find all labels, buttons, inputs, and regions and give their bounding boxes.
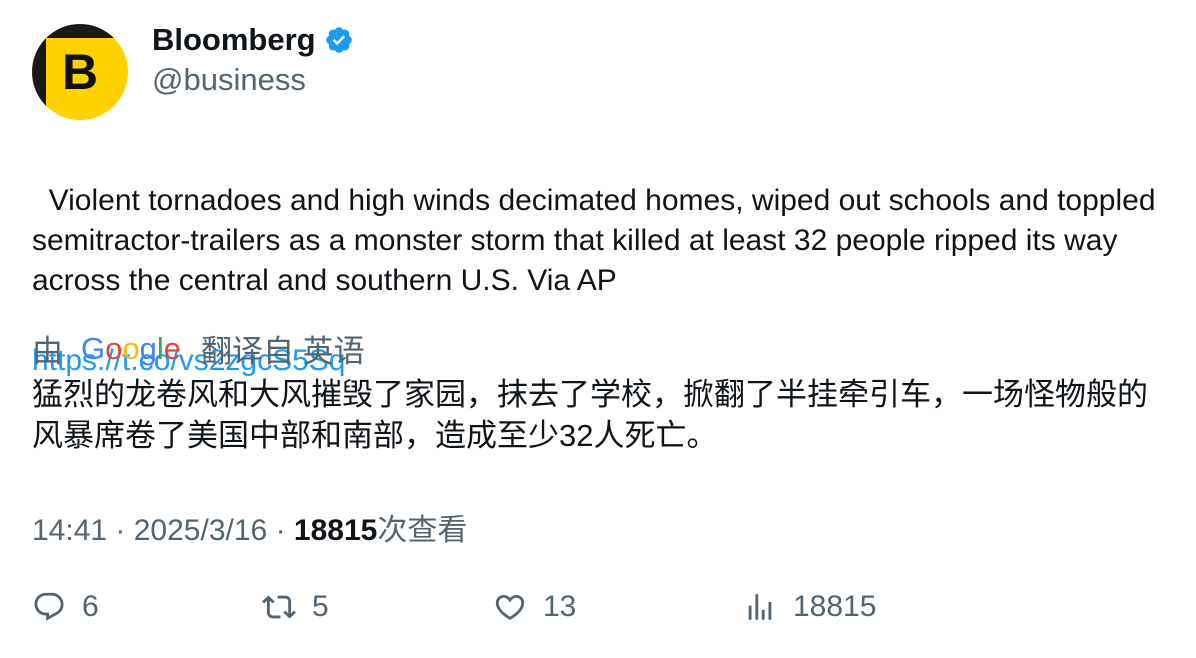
author-handle[interactable]: @business xyxy=(152,62,306,98)
like-count: 13 xyxy=(543,590,577,623)
reply-icon xyxy=(34,592,64,621)
analytics-icon xyxy=(748,594,772,620)
views-count: 18815 xyxy=(293,514,378,547)
tweet-body: Violent tornadoes and high winds decimat… xyxy=(32,184,1164,297)
avatar-letter: B xyxy=(61,44,99,100)
translated-text: 猛烈的龙卷风和大风摧毁了家园，抹去了学校，掀翻了半挂牵引车，一场怪物般的风暴席卷… xyxy=(32,377,1148,453)
views-action-count: 18815 xyxy=(793,590,877,623)
translation-from-label: 翻译自 英语 xyxy=(201,334,365,369)
retweet-count: 5 xyxy=(312,590,329,623)
author-name-row: Bloomberg xyxy=(152,22,354,58)
google-logo-icon: Google xyxy=(81,331,181,366)
translation-attribution: 由 Google 翻译自 英语 xyxy=(32,326,365,371)
author-name[interactable]: Bloomberg xyxy=(152,22,316,58)
retweet-icon xyxy=(262,595,296,619)
heart-icon xyxy=(495,594,525,620)
translation-by-label: 由 xyxy=(32,334,63,369)
like-button[interactable]: 13 xyxy=(493,590,576,624)
verified-badge-icon xyxy=(325,27,352,53)
meta-separator-2: · xyxy=(275,514,294,547)
svg-text:Google: Google xyxy=(81,331,181,366)
tweet-meta: 14:41 · 2025/3/16 · 18815次查看 xyxy=(32,505,467,549)
retweet-button[interactable]: 5 xyxy=(262,590,329,624)
tweet-time[interactable]: 14:41 xyxy=(32,514,107,547)
views-button[interactable]: 18815 xyxy=(743,590,876,624)
reply-count: 6 xyxy=(82,590,99,623)
reply-button[interactable]: 6 xyxy=(32,590,99,624)
avatar[interactable]: B xyxy=(32,24,128,120)
meta-separator: · xyxy=(115,514,134,547)
views-label: 次查看 xyxy=(377,514,468,547)
tweet-date[interactable]: 2025/3/16 xyxy=(134,514,267,547)
